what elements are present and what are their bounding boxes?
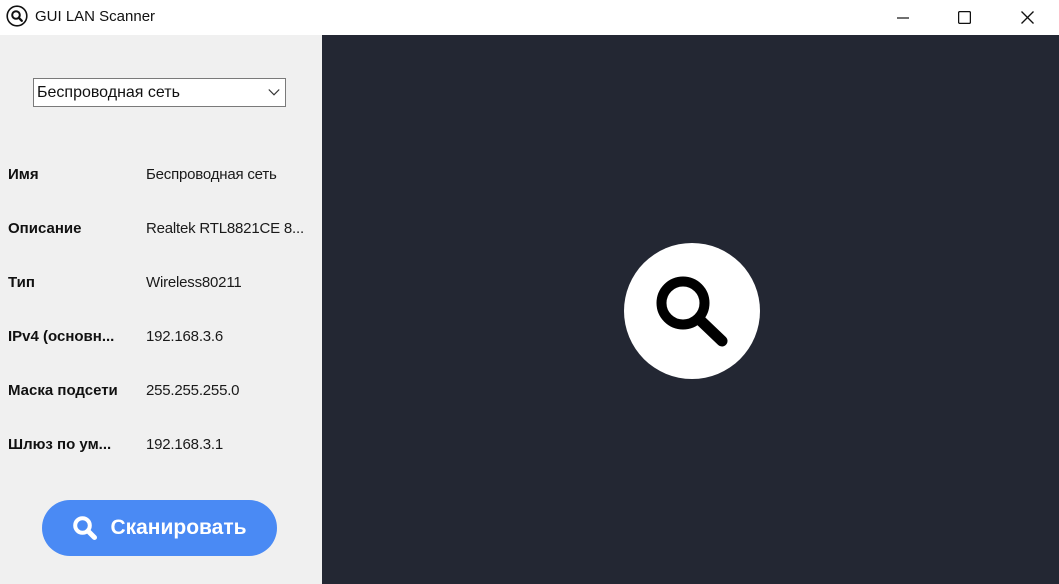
window-title: GUI LAN Scanner [35,8,156,25]
info-label-name: Имя [8,166,39,183]
maximize-icon [957,11,971,24]
info-value-name: Беспроводная сеть [146,166,277,183]
close-icon [1020,11,1034,24]
info-value-type: Wireless80211 [146,274,242,291]
scan-placeholder [624,243,760,379]
info-value-description: Realtek RTL8821CE 8... [146,220,304,237]
search-icon [624,243,760,379]
scan-button-label: Сканировать [110,516,247,539]
info-label-gateway: Шлюз по ум... [8,436,112,453]
info-label-subnet-mask: Маска подсети [8,382,118,399]
scan-button[interactable]: Сканировать [42,500,277,556]
info-label-ipv4: IPv4 (основн... [8,328,115,345]
adapter-select-value: Беспроводная сеть [37,84,180,101]
title-bar: GUI LAN Scanner [0,0,1059,35]
chevron-down-icon [268,88,280,97]
search-icon [72,515,98,541]
info-value-ipv4: 192.168.3.6 [146,328,224,345]
maximize-button[interactable] [941,0,987,35]
info-value-gateway: 192.168.3.1 [146,436,224,453]
close-button[interactable] [1004,0,1050,35]
info-value-subnet-mask: 255.255.255.0 [146,382,240,399]
app-search-icon [6,5,28,27]
minimize-icon [897,16,909,19]
info-label-type: Тип [8,274,35,291]
minimize-button[interactable] [880,0,926,35]
adapter-select[interactable]: Беспроводная сеть [33,78,286,107]
info-label-description: Описание [8,220,82,237]
